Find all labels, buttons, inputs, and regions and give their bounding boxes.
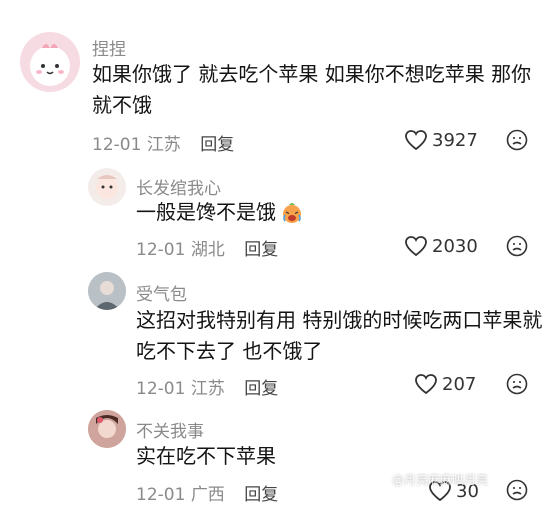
like-button[interactable]: 3927 (404, 129, 478, 151)
reply-date: 12-01 (136, 379, 186, 399)
reply-location: 广西 (190, 485, 225, 505)
avatar[interactable] (20, 32, 80, 92)
reply-text-content: 一般是馋不是饿 (136, 200, 276, 224)
reply-button[interactable]: 回复 (200, 135, 234, 155)
like-button[interactable]: 2030 (404, 235, 478, 257)
reply-meta: 12-01 湖北 回复 (136, 235, 278, 260)
reply-meta: 12-01 江苏 回复 (136, 374, 278, 399)
comment-date: 12-01 (92, 135, 142, 155)
heart-outline-icon (405, 130, 427, 151)
reply-text: 一般是馋不是饿 (136, 197, 304, 228)
unhappy-face-icon[interactable] (506, 373, 528, 395)
reply-date: 12-01 (136, 485, 186, 505)
reply-author[interactable]: 受气包 (136, 280, 187, 305)
reply-text: 实在吃不下苹果 (136, 444, 276, 468)
reply-button[interactable]: 回复 (244, 379, 278, 399)
reply-meta: 12-01 广西 回复 (136, 480, 278, 505)
reply-author[interactable]: 不关我事 (136, 417, 204, 442)
like-count: 207 (442, 373, 477, 395)
reply-button[interactable]: 回复 (244, 485, 278, 505)
unhappy-face-icon[interactable] (506, 129, 528, 151)
reply-button[interactable]: 回复 (244, 240, 278, 260)
avatar[interactable] (88, 272, 126, 310)
reply-author[interactable]: 长发绾我心 (136, 174, 221, 199)
comment-text-line-1: 如果你饿了 就去吃个苹果 如果你不想吃苹果 那你 (92, 62, 532, 86)
heart-outline-icon (405, 236, 427, 257)
avatar[interactable] (88, 410, 126, 448)
comment-meta: 12-01 江苏 回复 (92, 130, 234, 155)
comment-author[interactable]: 捏捏 (92, 35, 126, 60)
avatar[interactable] (88, 168, 126, 206)
comment-location: 江苏 (146, 135, 181, 155)
unhappy-face-icon[interactable] (506, 479, 528, 501)
like-button[interactable]: 207 (414, 373, 476, 395)
heart-outline-icon (415, 374, 437, 395)
reply-date: 12-01 (136, 240, 186, 260)
crying-emoji (283, 202, 301, 223)
reply-location: 湖北 (190, 240, 225, 260)
like-count: 3927 (432, 129, 478, 151)
comment-text-line-2: 就不饿 (92, 93, 152, 117)
reply-text-line-2: 吃不下去了 也不饿了 (136, 339, 323, 363)
reply-location: 江苏 (190, 379, 225, 399)
watermark: @月亮麻麻哄月亮 (392, 473, 489, 487)
like-count: 2030 (432, 235, 478, 257)
unhappy-face-icon[interactable] (506, 235, 528, 257)
reply-text-line-1: 这招对我特别有用 特别饿的时候吃两口苹果就 (136, 308, 543, 332)
